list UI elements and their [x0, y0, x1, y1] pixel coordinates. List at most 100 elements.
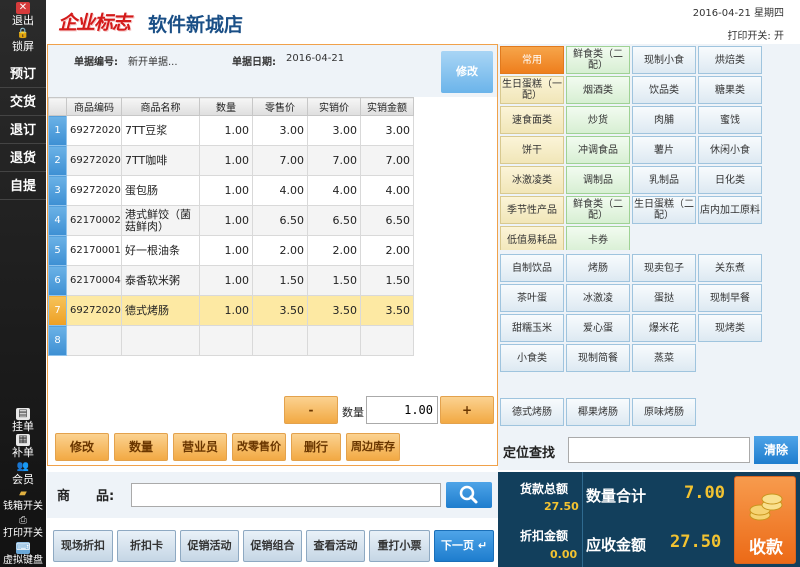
category-button[interactable]: 饼干	[500, 136, 564, 164]
row-index: 7	[48, 295, 67, 326]
item-button[interactable]: 现制简餐	[566, 344, 630, 372]
nav-pickup[interactable]: 自提	[0, 174, 46, 200]
category-button[interactable]: 糖果类	[698, 76, 762, 104]
pay-button[interactable]: 收款	[734, 476, 796, 564]
cell-amount: 1.50	[360, 265, 414, 296]
category-button[interactable]: 鲜食类（二配）	[566, 46, 630, 74]
item-button[interactable]: 蒸菜	[632, 344, 696, 372]
virtual-keyboard-button[interactable]: ⌨ 虚拟键盘	[0, 542, 46, 566]
print-toggle-button[interactable]: ⎙ 打印开关	[0, 515, 46, 539]
promotion-button[interactable]: 促销活动	[180, 530, 239, 562]
modify-button[interactable]: 修改	[55, 433, 109, 461]
item-button[interactable]: 爱心蛋	[566, 314, 630, 342]
category-button[interactable]: 速食面类	[500, 106, 564, 134]
keyboard-icon: ⌨	[16, 542, 31, 554]
cash-drawer-button[interactable]: ▰ 钱箱开关	[0, 488, 46, 512]
category-button[interactable]: 季节性产品	[500, 196, 564, 224]
hang-order-label: 挂单	[12, 420, 34, 433]
table-row[interactable]: 76927202088德式烤肠1.003.503.503.50	[48, 295, 414, 326]
item-button[interactable]: 现制早餐	[698, 284, 762, 312]
decrease-qty-button[interactable]: -	[284, 396, 338, 424]
table-row[interactable]: 8	[48, 325, 414, 356]
category-button[interactable]: 鲜食类（二配）	[566, 196, 630, 224]
table-row[interactable]: 6 62170004 泰香软米粥 1.00 1.50 1.50 1.50	[48, 265, 414, 296]
category-button[interactable]: 肉脯	[632, 106, 696, 134]
print-toggle-label: 打印开关	[3, 528, 43, 539]
member-label: 会员	[12, 473, 34, 486]
next-page-button[interactable]: 下一页 ↵	[434, 530, 494, 562]
delete-row-button[interactable]: 删行	[291, 433, 341, 461]
table-row[interactable]: 36927202088蛋包肠1.004.004.004.00	[48, 175, 414, 206]
change-price-button[interactable]: 改零售价	[232, 433, 286, 461]
order-panel: 单据编号: 新开单据... 单据日期: 2016-04-21 修改 商品编码 商…	[47, 44, 498, 466]
item-button[interactable]: 现卖包子	[632, 254, 696, 282]
view-activity-button[interactable]: 查看活动	[306, 530, 365, 562]
table-row[interactable]: 269272020887TT咖啡1.007.007.007.00	[48, 145, 414, 176]
quantity-button[interactable]: 数量	[114, 433, 168, 461]
nav-delivery[interactable]: 交货	[0, 90, 46, 116]
table-row[interactable]: 5 62170001 好一根油条 1.00 2.00 2.00 2.00	[48, 235, 414, 266]
edit-order-button[interactable]: 修改	[441, 51, 493, 93]
nav-return[interactable]: 退货	[0, 146, 46, 172]
qty-input[interactable]	[366, 396, 438, 424]
category-button[interactable]: 调制品	[566, 166, 630, 194]
item-button[interactable]: 原味烤肠	[632, 398, 696, 426]
cell-name: 德式烤肠	[121, 295, 200, 326]
qty-label: 数量	[342, 406, 364, 419]
locate-input[interactable]	[568, 437, 750, 463]
member-button[interactable]: 👥 会员	[0, 461, 46, 486]
item-button[interactable]: 德式烤肠	[500, 398, 564, 426]
category-button[interactable]: 生日蛋糕（二配）	[632, 196, 696, 224]
cell-retail	[252, 325, 308, 356]
search-button[interactable]	[446, 482, 492, 508]
product-input[interactable]	[131, 483, 441, 507]
onsite-discount-button[interactable]: 现场折扣	[53, 530, 113, 562]
item-button[interactable]: 茶叶蛋	[500, 284, 564, 312]
item-button[interactable]: 冰激凌	[566, 284, 630, 312]
category-button[interactable]: 休闲小食	[698, 136, 762, 164]
item-button[interactable]: 椰果烤肠	[566, 398, 630, 426]
cell-code: 6927202088	[66, 175, 122, 206]
category-button[interactable]: 饮品类	[632, 76, 696, 104]
category-button[interactable]: 冲调食品	[566, 136, 630, 164]
increase-qty-button[interactable]: +	[440, 396, 494, 424]
category-button[interactable]: 现制小食	[632, 46, 696, 74]
category-button[interactable]: 生日蛋糕（一配）	[500, 76, 564, 104]
promotion-combo-button[interactable]: 促销组合	[243, 530, 302, 562]
clear-button[interactable]: 清除	[754, 436, 798, 464]
cell-name	[121, 325, 200, 356]
table-row[interactable]: 169272020887TT豆浆1.003.003.003.00	[48, 115, 414, 146]
salesperson-button[interactable]: 营业员	[173, 433, 227, 461]
nearby-stock-button[interactable]: 周边库存	[346, 433, 400, 461]
item-button[interactable]: 现烤类	[698, 314, 762, 342]
cell-code: 62170002	[66, 205, 122, 236]
item-button[interactable]: 爆米花	[632, 314, 696, 342]
category-button[interactable]: 炒货	[566, 106, 630, 134]
category-button[interactable]: 蜜饯	[698, 106, 762, 134]
exit-button[interactable]: ✕ 退出	[0, 2, 46, 27]
table-row[interactable]: 4 62170002 港式鲜饺（菌菇鲜肉） 1.00 6.50 6.50 6.50	[48, 205, 414, 236]
category-button[interactable]: 店内加工原料	[698, 196, 762, 224]
category-button[interactable]: 日化类	[698, 166, 762, 194]
category-button[interactable]: 乳制品	[632, 166, 696, 194]
next-page-label: 下一页	[440, 539, 474, 552]
discount-card-button[interactable]: 折扣卡	[117, 530, 176, 562]
reprint-receipt-button[interactable]: 重打小票	[369, 530, 430, 562]
item-button[interactable]: 烤肠	[566, 254, 630, 282]
hang-order-button[interactable]: ▤ 挂单	[0, 408, 46, 433]
lock-screen-button[interactable]: 🔒 锁屏	[0, 28, 46, 53]
item-button[interactable]: 自制饮品	[500, 254, 564, 282]
item-button[interactable]: 甜糯玉米	[500, 314, 564, 342]
nav-cancel-order[interactable]: 退订	[0, 118, 46, 144]
cell-qty: 1.00	[199, 265, 253, 296]
item-button[interactable]: 小食类	[500, 344, 564, 372]
category-button[interactable]: 烟酒类	[566, 76, 630, 104]
nav-reserve[interactable]: 预订	[0, 62, 46, 88]
supplement-order-button[interactable]: ▦ 补单	[0, 434, 46, 459]
category-button[interactable]: 常用	[500, 46, 564, 74]
category-button[interactable]: 烘焙类	[698, 46, 762, 74]
category-button[interactable]: 冰激凌类	[500, 166, 564, 194]
item-button[interactable]: 蛋挞	[632, 284, 696, 312]
item-button[interactable]: 关东煮	[698, 254, 762, 282]
category-button[interactable]: 薯片	[632, 136, 696, 164]
